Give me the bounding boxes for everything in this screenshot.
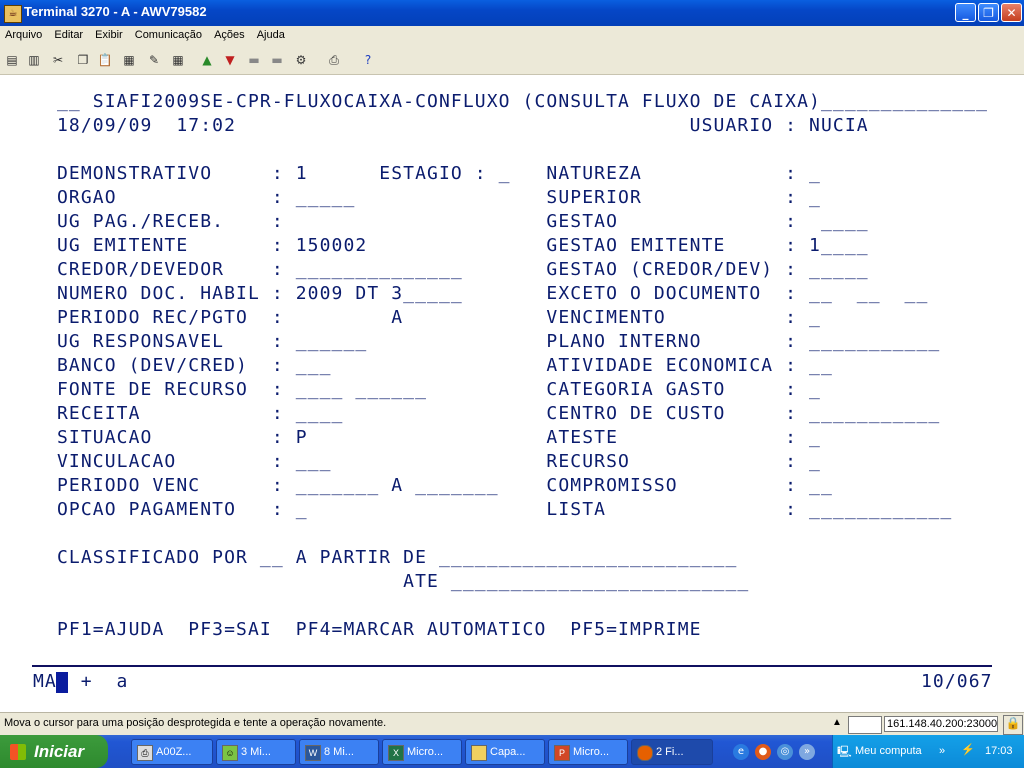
oia-status-left: MA + a xyxy=(33,671,129,692)
system-tray: 🖳 Meu computa » ⚡ 17:03 xyxy=(832,735,1024,768)
taskbar: Iniciar ⎙ A00Z... ☺ 3 Mi... W 8 Mi... X … xyxy=(0,735,1024,768)
tray-expand-icon[interactable]: » xyxy=(939,745,945,757)
menu-arquivo[interactable]: Arquivo xyxy=(0,26,46,41)
field-row-classificado[interactable]: CLASSIFICADO POR __ A PARTIR DE ________… xyxy=(57,547,737,568)
show-desktop-icon[interactable]: » xyxy=(799,744,815,760)
cut-icon[interactable]: ✂ xyxy=(50,52,66,68)
field-row-orgao[interactable]: ORGAO : _____ SUPERIOR : _ xyxy=(57,187,821,208)
scroll-up-icon[interactable]: ▲ xyxy=(832,717,842,728)
field-row-ug-responsavel[interactable]: UG RESPONSAVEL : ______ PLANO INTERNO : … xyxy=(57,331,940,352)
field-row-fonte[interactable]: FONTE DE RECURSO : ____ ______ CATEGORIA… xyxy=(57,379,821,400)
task-label: Micro... xyxy=(407,746,444,758)
clock: 17:03 xyxy=(985,745,1013,757)
minimize-button[interactable]: _ xyxy=(955,3,976,22)
field-row-opcao[interactable]: OPCAO PAGAMENTO : _ LISTA : ____________ xyxy=(57,499,952,520)
field-row-vinculacao[interactable]: VINCULACAO : ___ RECURSO : _ xyxy=(57,451,821,472)
task-label: A00Z... xyxy=(156,746,192,758)
field-row-ug-emitente[interactable]: UG EMITENTE : 150002 GESTAO EMITENTE : 1… xyxy=(57,235,869,256)
maximize-button[interactable]: ❐ xyxy=(978,3,999,22)
field-row-ate[interactable]: ATE _________________________ xyxy=(57,571,749,592)
window-titlebar: ☕ Terminal 3270 - A - AWV79582 _ ❐ ✕ xyxy=(0,0,1024,26)
folder-icon xyxy=(471,745,487,761)
menu-comunicacao[interactable]: Comunicação xyxy=(130,26,206,41)
settings-icon[interactable]: ⚙ xyxy=(293,52,309,68)
cursor-position: 10/067 xyxy=(921,671,993,692)
desktop-label[interactable]: Meu computa xyxy=(855,745,922,757)
print-screen-icon[interactable]: ▥ xyxy=(26,52,42,68)
task-label: 2 Fi... xyxy=(656,746,684,758)
computer-icon[interactable]: 🖳 xyxy=(837,743,852,762)
host-address: 161.148.40.200:23000 xyxy=(884,716,998,732)
menu-bar: Arquivo Editar Exibir Comunicação Ações … xyxy=(0,26,1024,46)
lock-icon: 🔒 xyxy=(1003,715,1023,735)
screen-title-line: __ SIAFI2009SE-CPR-FLUXOCAIXA-CONFLUXO (… xyxy=(57,91,989,112)
send-file-icon[interactable]: ▲ xyxy=(199,52,215,68)
paste-special-icon[interactable]: ▦ xyxy=(121,52,137,68)
status-bar: Mova o cursor para uma posição desproteg… xyxy=(0,712,1024,735)
powerpoint-icon: P xyxy=(554,745,570,761)
windows-logo-icon xyxy=(10,744,26,760)
field-row-demonstrativo[interactable]: DEMONSTRATIVO : 1 ESTAGIO : _ NATUREZA :… xyxy=(57,163,821,184)
task-label: 8 Mi... xyxy=(324,746,354,758)
field-row-receita[interactable]: RECEITA : ____ CENTRO DE CUSTO : _______… xyxy=(57,403,940,424)
copy-icon[interactable]: ❐ xyxy=(75,52,91,68)
ie-icon[interactable]: e xyxy=(733,744,749,760)
task-label: Capa... xyxy=(490,746,526,758)
task-folder[interactable]: Capa... xyxy=(465,739,545,765)
start-button[interactable]: Iniciar xyxy=(0,735,108,768)
print-icon[interactable]: ⎙ xyxy=(326,52,342,68)
task-label: Micro... xyxy=(573,746,610,758)
pf-keys-line: PF1=AJUDA PF3=SAI PF4=MARCAR AUTOMATICO … xyxy=(57,619,702,640)
field-row-numero-doc[interactable]: NUMERO DOC. HABIL : 2009 DT 3_____ EXCET… xyxy=(57,283,928,304)
firefox-quicklaunch-icon[interactable]: ● xyxy=(755,744,771,760)
task-firefox[interactable]: 2 Fi... xyxy=(631,739,713,765)
start-label: Iniciar xyxy=(34,742,85,761)
close-button[interactable]: ✕ xyxy=(1001,3,1022,22)
menu-acoes[interactable]: Ações xyxy=(209,26,249,41)
network-activity-icon[interactable]: ⚡ xyxy=(961,743,975,756)
excel-icon: X xyxy=(388,745,404,761)
connection-indicator-icon xyxy=(848,716,882,734)
date-user-line: 18/09/09 17:02 USUARIO : NUCIA xyxy=(57,115,869,136)
menu-editar[interactable]: Editar xyxy=(49,26,87,41)
disconnect-icon[interactable]: ▬ xyxy=(269,52,285,68)
window-title: Terminal 3270 - A - AWV79582 xyxy=(24,4,207,19)
messenger-icon[interactable]: ◎ xyxy=(777,744,793,760)
firefox-icon xyxy=(637,745,653,761)
terminal-screen[interactable]: __ SIAFI2009SE-CPR-FLUXOCAIXA-CONFLUXO (… xyxy=(0,75,1024,711)
copy-screen-icon[interactable]: ▤ xyxy=(4,52,20,68)
menu-ajuda[interactable]: Ajuda xyxy=(252,26,289,41)
toolbar: ▤ ▥ ✂ ❐ 📋 ▦ ✎ ▦ ▲ ▼ ▬ ▬ ⚙ ⎙ ? xyxy=(0,46,1024,75)
macro-icon[interactable]: ✎ xyxy=(146,52,162,68)
menu-exibir[interactable]: Exibir xyxy=(90,26,127,41)
task-word[interactable]: W 8 Mi... xyxy=(299,739,379,765)
keypad-icon[interactable]: ▦ xyxy=(170,52,186,68)
oia-separator xyxy=(32,665,992,667)
field-row-ug-pag[interactable]: UG PAG./RECEB. : GESTAO : ____ xyxy=(57,211,869,232)
help-icon[interactable]: ? xyxy=(360,52,376,68)
receive-file-icon[interactable]: ▼ xyxy=(222,52,238,68)
field-row-credor[interactable]: CREDOR/DEVEDOR : ______________ GESTAO (… xyxy=(57,259,869,280)
field-row-periodo-venc[interactable]: PERIODO VENC : _______ A _______ COMPROM… xyxy=(57,475,833,496)
field-row-banco[interactable]: BANCO (DEV/CRED) : ___ ATIVIDADE ECONOMI… xyxy=(57,355,833,376)
task-chat[interactable]: ☺ 3 Mi... xyxy=(216,739,296,765)
paste-icon[interactable]: 📋 xyxy=(97,52,113,68)
task-excel[interactable]: X Micro... xyxy=(382,739,462,765)
task-powerpoint[interactable]: P Micro... xyxy=(548,739,628,765)
task-printer[interactable]: ⎙ A00Z... xyxy=(131,739,213,765)
task-label: 3 Mi... xyxy=(241,746,271,758)
java-terminal-icon[interactable]: ☕ xyxy=(4,5,22,23)
field-row-periodo-rec[interactable]: PERIODO REC/PGTO : A VENCIMENTO : _ xyxy=(57,307,821,328)
status-message: Mova o cursor para uma posição desproteg… xyxy=(4,717,387,729)
transfer-icon[interactable]: ▬ xyxy=(246,52,262,68)
word-icon: W xyxy=(305,745,321,761)
printer-icon: ⎙ xyxy=(137,745,153,761)
chat-icon: ☺ xyxy=(222,745,238,761)
field-row-situacao[interactable]: SITUACAO : P ATESTE : _ xyxy=(57,427,821,448)
